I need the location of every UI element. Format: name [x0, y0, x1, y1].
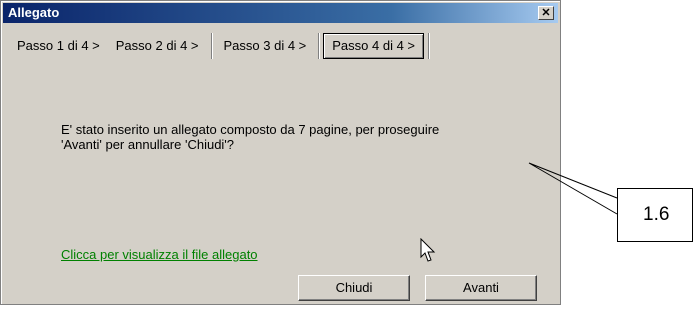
callout-pointer	[528, 162, 618, 215]
callout-label: 1.6	[617, 188, 693, 242]
